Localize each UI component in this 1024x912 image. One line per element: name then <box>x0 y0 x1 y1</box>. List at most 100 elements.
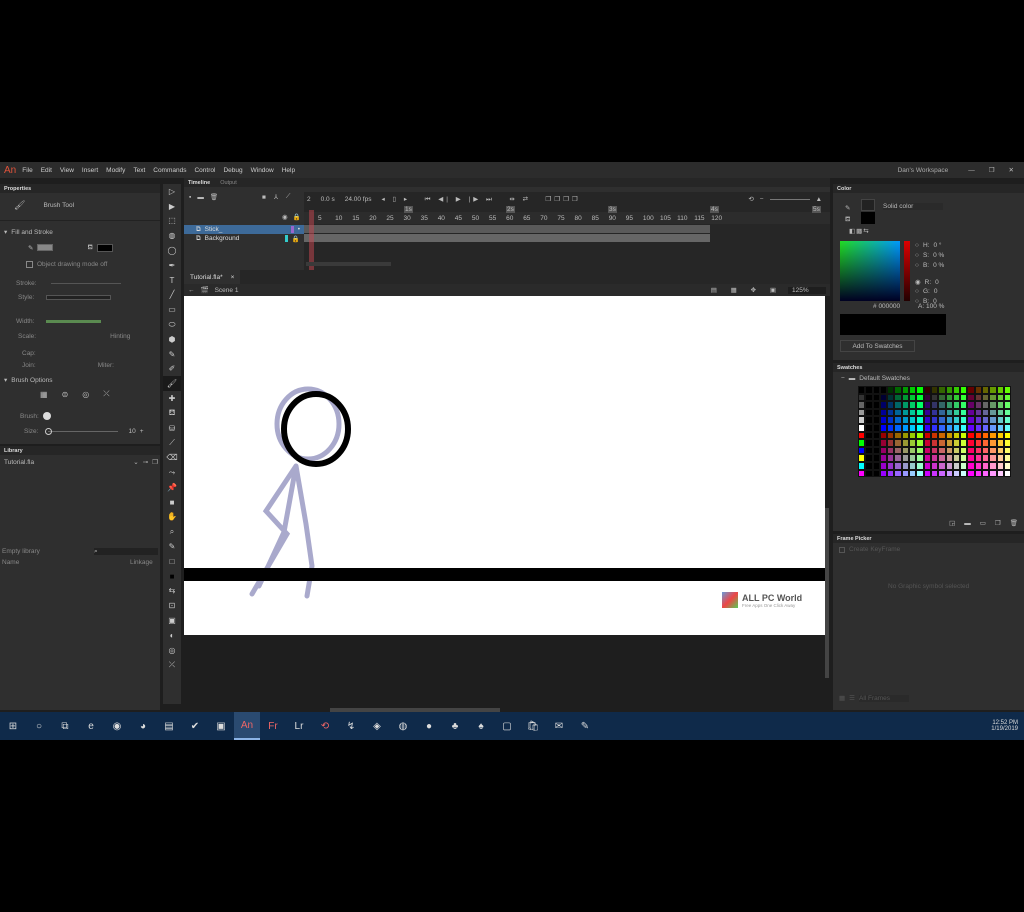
duplicate-icon[interactable]: ❐ <box>995 519 1001 527</box>
swatch[interactable] <box>909 401 917 409</box>
swatch[interactable] <box>909 446 917 455</box>
swatch[interactable] <box>989 401 997 409</box>
taskbar-app-d-icon[interactable]: ♠ <box>468 712 494 740</box>
swatch-group[interactable]: Default Swatches <box>859 375 910 382</box>
taskbar-store-icon[interactable]: 🛍 <box>520 712 546 740</box>
swatch[interactable] <box>865 469 873 478</box>
swatch[interactable] <box>872 401 880 409</box>
swatch[interactable] <box>938 439 946 447</box>
swatch[interactable] <box>952 401 961 409</box>
swatch[interactable] <box>879 446 888 455</box>
camera-tool-icon[interactable]: ■ <box>163 495 181 510</box>
swatch[interactable] <box>989 423 997 432</box>
swatch[interactable] <box>887 386 895 394</box>
frame-rate[interactable]: 24.00 fps <box>345 196 372 203</box>
menu-text[interactable]: Text <box>133 167 145 174</box>
swatch[interactable] <box>996 469 1004 478</box>
swatch[interactable] <box>960 439 968 447</box>
text-tool-icon[interactable]: T <box>163 273 181 288</box>
swatch[interactable] <box>974 461 983 470</box>
taskbar-app-e-icon[interactable]: ▢ <box>494 712 520 740</box>
swatch[interactable] <box>930 408 939 417</box>
swatch[interactable] <box>938 401 946 409</box>
swatch[interactable] <box>960 416 968 424</box>
current-time[interactable]: 0.0 s <box>321 196 335 203</box>
show-all-eye-icon[interactable]: ◉ <box>282 213 288 221</box>
swatch-grid[interactable] <box>858 386 1012 478</box>
swatch[interactable] <box>923 469 931 478</box>
taskbar-fresco-icon[interactable]: Fr <box>260 712 286 740</box>
swatch[interactable] <box>865 439 873 447</box>
stroke-color-well[interactable] <box>861 199 875 211</box>
object-drawing-toggle[interactable] <box>26 261 33 268</box>
swatch[interactable] <box>879 439 888 447</box>
swatch[interactable] <box>974 454 983 462</box>
zoom-tool-icon[interactable]: ⌕ <box>163 524 181 539</box>
swatch[interactable] <box>865 408 873 417</box>
stroke-color-swatch[interactable] <box>37 244 54 251</box>
swatch[interactable] <box>894 431 902 440</box>
swatch[interactable] <box>974 416 983 424</box>
swatch[interactable] <box>916 386 924 394</box>
swatch[interactable] <box>974 408 983 417</box>
swatch[interactable] <box>872 431 880 440</box>
library-file-dropdown[interactable]: Tutorial.fla <box>4 459 129 466</box>
swatch[interactable] <box>945 401 953 409</box>
swatch[interactable] <box>879 469 888 478</box>
stage-tools[interactable]: ▤ ▦ ✥ ▣ <box>711 286 782 294</box>
swatch[interactable] <box>887 461 895 470</box>
scene-name[interactable]: Scene 1 <box>215 287 239 294</box>
swatch[interactable] <box>960 408 968 417</box>
swatch[interactable] <box>967 461 975 470</box>
swatch[interactable] <box>858 431 866 440</box>
lasso-tool-icon[interactable]: ◯ <box>163 243 181 258</box>
swatch[interactable] <box>982 393 990 402</box>
swatch[interactable] <box>967 408 975 417</box>
swatch[interactable] <box>858 439 866 447</box>
swatch[interactable] <box>989 393 997 402</box>
swatch[interactable] <box>945 469 953 478</box>
swatch[interactable] <box>945 431 953 440</box>
layer-row[interactable]: ⧉ Background 🔒 <box>184 234 304 243</box>
swatch[interactable] <box>1003 401 1012 409</box>
swatch[interactable] <box>989 416 997 424</box>
swatch[interactable] <box>901 439 910 447</box>
swatch[interactable] <box>996 386 1004 394</box>
swatch[interactable] <box>858 386 866 394</box>
swatch[interactable] <box>887 454 895 462</box>
swatch[interactable] <box>916 439 924 447</box>
stage-vertical-scrollbar[interactable] <box>825 508 829 678</box>
swatch[interactable] <box>879 423 888 432</box>
swatch[interactable] <box>909 461 917 470</box>
swatch[interactable] <box>1003 439 1012 447</box>
bone-tool-icon[interactable]: ✚ <box>163 391 181 406</box>
radio-button[interactable]: ○ <box>915 288 919 295</box>
brush-shape-circle[interactable] <box>42 412 51 420</box>
3d-rotation-tool-icon[interactable]: ◍ <box>163 228 181 243</box>
swatch[interactable] <box>945 416 953 424</box>
swatch[interactable] <box>916 454 924 462</box>
center-frame-icon[interactable]: ⟲ <box>748 195 753 203</box>
swatch[interactable] <box>996 431 1004 440</box>
swatch[interactable] <box>989 454 997 462</box>
swatch[interactable] <box>945 439 953 447</box>
swatch[interactable] <box>945 454 953 462</box>
taskbar-windows-start-icon[interactable]: ⊞ <box>0 712 26 740</box>
swatch[interactable] <box>879 386 888 394</box>
brush-mode-icon[interactable]: ⊜ <box>62 390 69 399</box>
swatch[interactable] <box>967 423 975 432</box>
swatch[interactable] <box>909 423 917 432</box>
swatch[interactable] <box>923 393 931 402</box>
swatch[interactable] <box>894 386 902 394</box>
taskbar-app-c-icon[interactable]: ♣ <box>442 712 468 740</box>
swatch[interactable] <box>967 439 975 447</box>
swatch[interactable] <box>982 446 990 455</box>
eyedropper-tool-icon[interactable]: ⟋ <box>163 436 181 451</box>
swatch[interactable] <box>952 469 961 478</box>
swatch[interactable] <box>923 423 931 432</box>
swatch[interactable] <box>996 401 1004 409</box>
swatch[interactable] <box>938 454 946 462</box>
menu-edit[interactable]: Edit <box>41 167 52 174</box>
swatch[interactable] <box>923 461 931 470</box>
swatch[interactable] <box>938 446 946 455</box>
